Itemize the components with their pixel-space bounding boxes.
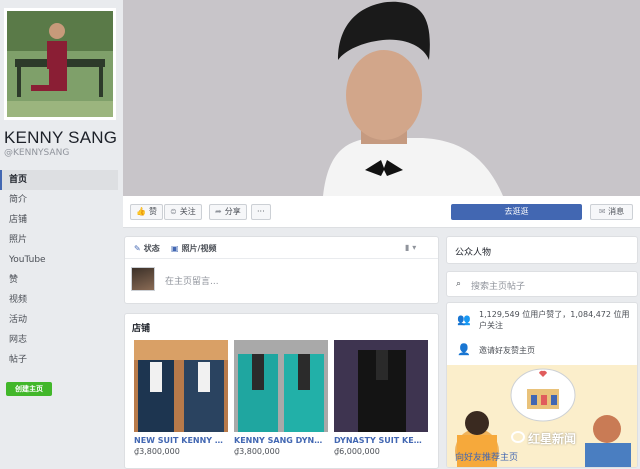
- nav-item-notes[interactable]: 网志: [0, 330, 118, 350]
- cover-action-bar: 👍 赞 ⊜ 关注 ➦ 分享 ··· 去逛逛 ✉ 消息: [123, 196, 640, 228]
- composer-avatar: [131, 267, 155, 291]
- wechat-logo-icon: [511, 431, 525, 443]
- page-name[interactable]: KENNY SANG: [4, 128, 117, 148]
- composer-tabs: ✎ 状态 ▣ 照片/视频 ▮ ▾: [125, 237, 438, 259]
- nav-item-home[interactable]: 首页: [0, 170, 118, 190]
- chevron-down-icon: ▾: [412, 243, 417, 252]
- page-post-search[interactable]: ⌕ 搜索主页帖子: [446, 271, 638, 297]
- watermark: 红星新闻: [528, 432, 577, 446]
- create-page-button[interactable]: 创建主页: [6, 382, 52, 396]
- photo-icon: ▣: [171, 244, 179, 253]
- page-category[interactable]: 公众人物: [455, 245, 491, 258]
- nav-item-youtube[interactable]: YouTube: [0, 250, 118, 270]
- product-price: ₫6,000,000: [334, 447, 380, 456]
- nav-item-events[interactable]: 活动: [0, 310, 118, 330]
- shop-section: 店铺 NEW SUIT KENNY SA... ₫3,800,000 KENNY…: [124, 313, 439, 469]
- like-button[interactable]: 👍 赞: [130, 204, 163, 220]
- tab-status[interactable]: ✎ 状态: [134, 243, 160, 254]
- search-icon: ⌕: [456, 279, 462, 289]
- nav-item-posts[interactable]: 帖子: [0, 350, 118, 370]
- composer-input[interactable]: 在主页留言...: [165, 274, 219, 287]
- nav-item-videos[interactable]: 视频: [0, 290, 118, 310]
- product-image[interactable]: [234, 340, 328, 432]
- recommend-page-link[interactable]: 向好友推荐主页: [455, 450, 518, 463]
- follow-button[interactable]: ⊜ 关注: [164, 204, 202, 220]
- page-nav: 首页 简介 店铺 照片 YouTube 赞 视频 活动 网志 帖子: [0, 170, 118, 370]
- more-button[interactable]: ···: [251, 204, 271, 220]
- add-friend-icon: 👤: [457, 343, 471, 356]
- product-card[interactable]: NEW SUIT KENNY SA... ₫3,800,000: [134, 340, 228, 456]
- product-name[interactable]: NEW SUIT KENNY SA...: [134, 436, 228, 445]
- nav-item-about[interactable]: 简介: [0, 190, 118, 210]
- product-card[interactable]: DYNASTY SUIT KENN... ₫6,000,000: [334, 340, 428, 456]
- left-column: KENNY SANG @KENNYSANG 首页 简介 店铺 照片 YouTub…: [0, 0, 120, 469]
- category-card: 公众人物: [446, 236, 638, 264]
- product-image[interactable]: [134, 340, 228, 432]
- message-icon: ✉: [598, 207, 609, 216]
- nav-item-shop[interactable]: 店铺: [0, 210, 118, 230]
- shop-now-button[interactable]: 去逛逛: [451, 204, 582, 220]
- invite-illustration: 向好友推荐主页: [447, 365, 637, 467]
- product-name[interactable]: DYNASTY SUIT KENN...: [334, 436, 428, 445]
- people-icon: 👥: [457, 313, 471, 326]
- likes-follows-count: 1,129,549 位用户赞了，1,084,472 位用户关注: [479, 310, 630, 330]
- nav-item-likes[interactable]: 赞: [0, 270, 118, 290]
- post-composer: ✎ 状态 ▣ 照片/视频 ▮ ▾ 在主页留言...: [124, 236, 439, 304]
- cover-photo[interactable]: [123, 0, 640, 196]
- product-card[interactable]: KENNY SANG DYNAS... ₫3,800,000: [234, 340, 328, 456]
- product-name[interactable]: KENNY SANG DYNAS...: [234, 436, 328, 445]
- invite-friends-link[interactable]: 邀请好友赞主页: [479, 345, 635, 356]
- shop-title[interactable]: 店铺: [132, 321, 150, 334]
- search-input[interactable]: 搜索主页帖子: [471, 279, 525, 292]
- share-icon: ➦: [215, 207, 222, 216]
- message-button[interactable]: ✉ 消息: [590, 204, 633, 220]
- rss-icon: ⊜: [170, 207, 177, 216]
- thumbs-up-icon: 👍: [136, 207, 146, 216]
- page-handle[interactable]: @KENNYSANG: [4, 148, 69, 158]
- share-button[interactable]: ➦ 分享: [209, 204, 247, 220]
- product-image[interactable]: [334, 340, 428, 432]
- pencil-icon: ✎: [134, 244, 141, 253]
- product-price: ₫3,800,000: [134, 447, 180, 456]
- audience-selector[interactable]: ▮ ▾: [405, 243, 416, 252]
- profile-avatar[interactable]: [4, 8, 116, 120]
- nav-item-photos[interactable]: 照片: [0, 230, 118, 250]
- product-price: ₫3,800,000: [234, 447, 280, 456]
- user-avatar-small-icon: ▮: [405, 243, 410, 252]
- tab-photo-video[interactable]: ▣ 照片/视频: [171, 243, 216, 254]
